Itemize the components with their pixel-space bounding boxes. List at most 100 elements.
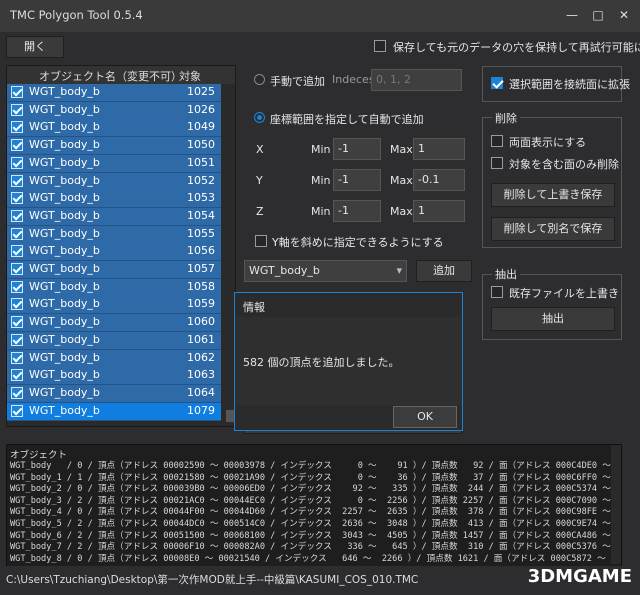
row-checkbox[interactable] bbox=[11, 245, 23, 258]
y-diagonal-checkbox[interactable] bbox=[255, 235, 267, 247]
row-checkbox[interactable] bbox=[11, 263, 23, 275]
minimize-button[interactable]: — bbox=[562, 6, 582, 24]
row-target-number: 1051 bbox=[187, 155, 215, 169]
only-faces-label: 対象を含む面のみ削除 bbox=[509, 158, 619, 171]
list-item[interactable]: WGT_body_b 1055 bbox=[7, 225, 221, 244]
row-checkbox[interactable] bbox=[11, 192, 23, 205]
close-button[interactable]: ✕ bbox=[614, 6, 634, 24]
row-checkbox[interactable] bbox=[11, 404, 23, 417]
row-checkbox[interactable] bbox=[11, 139, 23, 152]
list-item[interactable]: WGT_body_b 1057 bbox=[7, 261, 221, 279]
manual-add-radio[interactable] bbox=[254, 74, 265, 85]
row-target-number: 1053 bbox=[187, 191, 215, 205]
add-button[interactable]: 追加 bbox=[416, 260, 472, 282]
list-item[interactable]: WGT_body_b 1054 bbox=[7, 207, 221, 226]
row-checkbox[interactable] bbox=[11, 174, 23, 187]
list-item[interactable]: WGT_body_b 1050 bbox=[7, 137, 221, 156]
row-checkbox[interactable] bbox=[11, 227, 23, 240]
manual-add-label: 手動で追加 bbox=[270, 75, 325, 88]
list-item[interactable]: WGT_body_b 1058 bbox=[7, 278, 221, 297]
row-checkbox[interactable] bbox=[11, 351, 23, 364]
list-item[interactable]: WGT_body_b 1063 bbox=[7, 367, 221, 386]
indices-input[interactable]: 0, 1, 2 bbox=[371, 69, 462, 91]
maximize-button[interactable]: □ bbox=[588, 6, 608, 24]
auto-add-radio[interactable] bbox=[254, 112, 265, 123]
console-scrollbar[interactable] bbox=[611, 445, 621, 564]
object-console[interactable]: オブジェクト WGT_body / 0 / 頂点（アドレス 00002590 ～… bbox=[6, 444, 622, 567]
list-item[interactable]: WGT_body_b 1064 bbox=[7, 384, 221, 403]
z-max-label: Max bbox=[390, 205, 413, 218]
x-min-input[interactable]: -1 bbox=[333, 138, 381, 160]
row-checkbox[interactable] bbox=[11, 209, 23, 222]
z-min-input[interactable]: -1 bbox=[333, 200, 381, 222]
row-checkbox[interactable] bbox=[11, 156, 23, 169]
row-target-number: 1050 bbox=[187, 138, 215, 152]
row-checkbox[interactable] bbox=[11, 369, 23, 382]
expand-selection-checkbox[interactable] bbox=[491, 77, 503, 89]
console-line: WGT_body_6 / 2 / 頂点（アドレス 00051500 ～ 0006… bbox=[10, 530, 622, 541]
row-checkbox[interactable] bbox=[11, 280, 23, 293]
window-title: TMC Polygon Tool 0.5.4 bbox=[10, 8, 143, 22]
list-item[interactable]: WGT_body_b 1025 bbox=[7, 84, 221, 102]
row-target-number: 1063 bbox=[187, 368, 215, 382]
row-checkbox[interactable] bbox=[11, 86, 23, 98]
x-max-input[interactable]: 1 bbox=[413, 138, 465, 160]
row-checkbox[interactable] bbox=[11, 103, 23, 116]
z-min-label: Min bbox=[311, 205, 331, 218]
y-max-input[interactable]: -0.1 bbox=[413, 169, 465, 191]
row-object-name: WGT_body_b bbox=[29, 191, 100, 205]
open-button[interactable]: 開く bbox=[6, 36, 64, 58]
delete-overwrite-button[interactable]: 削除して上書き保存 bbox=[491, 183, 615, 207]
title-bar: TMC Polygon Tool 0.5.4 — □ ✕ bbox=[0, 0, 640, 32]
delete-save-as-button[interactable]: 削除して別名で保存 bbox=[491, 217, 615, 241]
row-target-number: 1061 bbox=[187, 332, 215, 346]
row-object-name: WGT_body_b bbox=[29, 173, 100, 187]
file-path: C:\Users\Tzuchiang\Desktop\第一次作MOD就上手--中… bbox=[6, 574, 419, 586]
double-sided-checkbox[interactable] bbox=[491, 135, 503, 147]
list-item[interactable]: WGT_body_b 1060 bbox=[7, 314, 221, 333]
row-checkbox[interactable] bbox=[11, 316, 23, 329]
y-min-input[interactable]: -1 bbox=[333, 169, 381, 191]
row-target-number: 1062 bbox=[187, 350, 215, 364]
object-list[interactable]: オブジェクト名（変更不可） 対象 WGT_body_b 1025 WGT_body_… bbox=[6, 65, 236, 427]
console-line: WGT_body_3 / 2 / 頂点（アドレス 00021AC0 ～ 0004… bbox=[10, 495, 622, 506]
row-checkbox[interactable] bbox=[11, 386, 23, 399]
z-max-input[interactable]: 1 bbox=[413, 200, 465, 222]
console-line: WGT_body_7 / 2 / 頂点（アドレス 00006F10 ～ 0000… bbox=[10, 542, 622, 553]
scroll-thumb[interactable] bbox=[226, 410, 234, 422]
list-item[interactable]: WGT_body_b 1053 bbox=[7, 190, 221, 209]
info-dialog: 情報 582 個の頂点を追加しました。 OK bbox=[234, 292, 463, 431]
list-item[interactable]: WGT_body_b 1049 bbox=[7, 119, 221, 138]
target-object-select[interactable]: WGT_body_b ▾ bbox=[244, 260, 407, 282]
expand-selection-label: 選択範囲を接続面に拡張 bbox=[509, 78, 630, 91]
row-target-number: 1079 bbox=[187, 403, 215, 417]
list-item[interactable]: WGT_body_b 1059 bbox=[7, 296, 221, 315]
header-object-name: オブジェクト名（変更不可） bbox=[39, 70, 182, 83]
list-item[interactable]: WGT_body_b 1079 bbox=[7, 402, 221, 421]
only-faces-checkbox[interactable] bbox=[491, 157, 503, 169]
list-item[interactable]: WGT_body_b 1061 bbox=[7, 331, 221, 350]
row-checkbox[interactable] bbox=[11, 298, 23, 311]
auto-add-label: 座標範囲を指定して自動で追加 bbox=[270, 113, 424, 126]
extract-button[interactable]: 抽出 bbox=[491, 307, 615, 331]
list-item[interactable]: WGT_body_b 1052 bbox=[7, 172, 221, 191]
row-target-number: 1058 bbox=[187, 279, 215, 293]
double-sided-label: 両面表示にする bbox=[509, 136, 587, 149]
row-checkbox[interactable] bbox=[11, 333, 23, 346]
watermark-logo: 3DMGAME bbox=[527, 566, 632, 587]
extract-group-title: 抽出 bbox=[492, 266, 520, 282]
keep-edges-checkbox[interactable] bbox=[374, 40, 386, 52]
row-checkbox[interactable] bbox=[11, 121, 23, 134]
row-target-number: 1054 bbox=[187, 208, 215, 222]
dialog-title: 情報 bbox=[243, 301, 265, 314]
list-item[interactable]: WGT_body_b 1026 bbox=[7, 101, 221, 120]
y-label: Y bbox=[256, 174, 263, 187]
row-target-number: 1059 bbox=[187, 297, 215, 311]
dialog-ok-button[interactable]: OK bbox=[393, 406, 457, 428]
overwrite-existing-checkbox[interactable] bbox=[491, 286, 503, 298]
list-item[interactable]: WGT_body_b 1051 bbox=[7, 154, 221, 173]
list-item[interactable]: WGT_body_b 1056 bbox=[7, 243, 221, 262]
indices-label: Indeces bbox=[332, 73, 375, 86]
row-object-name: WGT_body_b bbox=[29, 244, 100, 258]
list-item[interactable]: WGT_body_b 1062 bbox=[7, 349, 221, 368]
